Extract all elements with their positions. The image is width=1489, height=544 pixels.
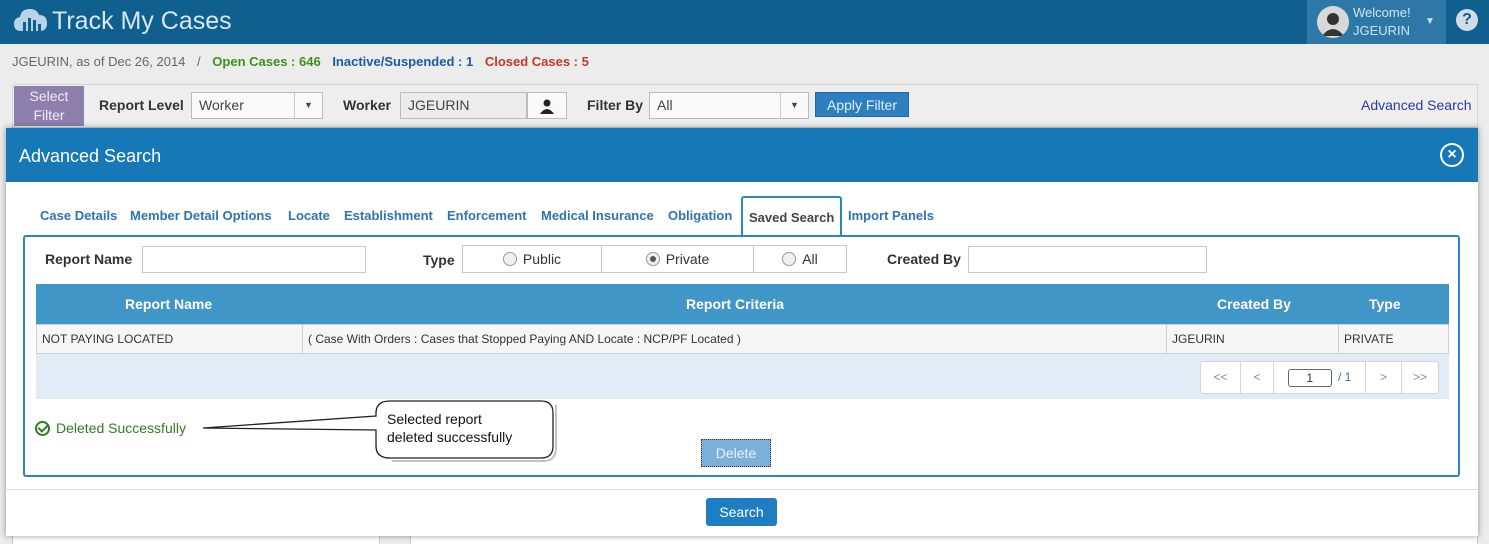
- callout-line-2: deleted successfully: [387, 429, 513, 445]
- callout-bubble: [202, 400, 557, 462]
- callout-line-1: Selected report: [387, 411, 482, 427]
- callout-text: Selected report deleted successfully: [387, 410, 552, 446]
